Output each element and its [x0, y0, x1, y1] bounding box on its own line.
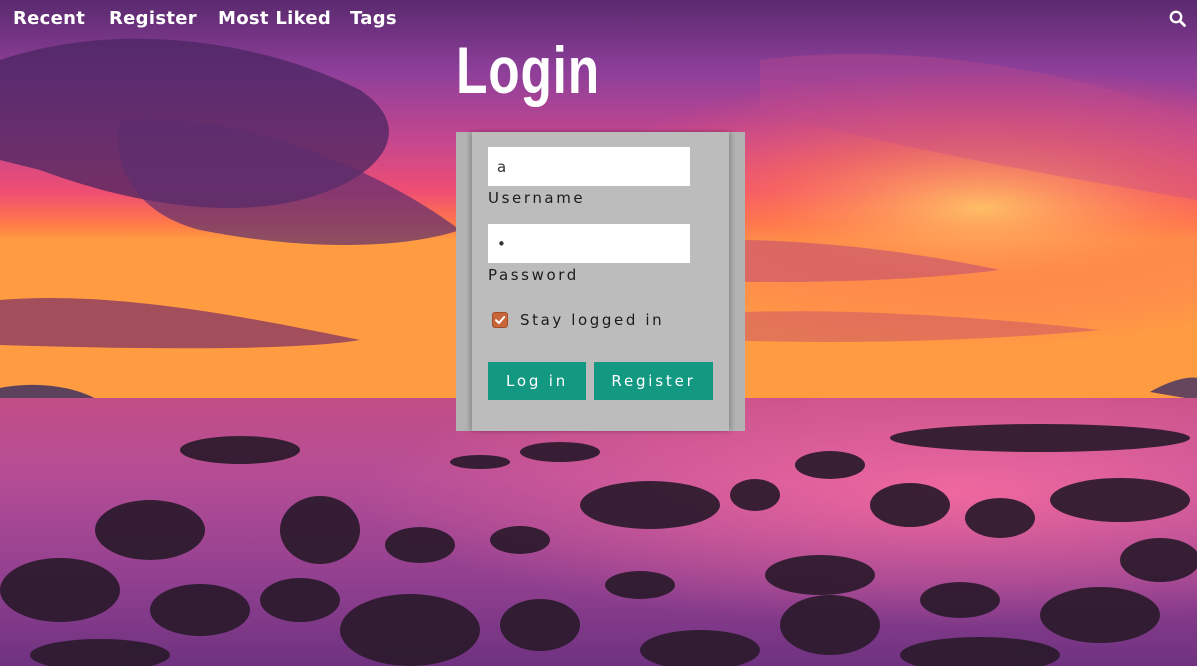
nav-link-most-liked[interactable]: Most Liked	[218, 8, 331, 29]
nav-link-register[interactable]: Register	[109, 8, 197, 29]
username-input[interactable]	[488, 147, 690, 186]
login-form: Username Password Stay logged in Log in …	[472, 132, 729, 431]
password-label: Password	[488, 266, 579, 284]
search-icon[interactable]	[1169, 10, 1186, 27]
page-title: Login	[456, 33, 600, 107]
checkmark-icon	[495, 316, 506, 324]
stay-logged-in-label: Stay logged in	[520, 311, 665, 329]
stay-logged-in-checkbox[interactable]	[492, 312, 508, 328]
nav-link-tags[interactable]: Tags	[350, 8, 397, 29]
username-label: Username	[488, 189, 586, 207]
password-input[interactable]	[488, 224, 690, 263]
nav-link-recent[interactable]: Recent	[13, 8, 85, 29]
stay-logged-in-option[interactable]: Stay logged in	[492, 310, 664, 330]
login-button[interactable]: Log in	[488, 362, 586, 400]
login-card: Username Password Stay logged in Log in …	[456, 132, 745, 431]
register-button[interactable]: Register	[594, 362, 713, 400]
